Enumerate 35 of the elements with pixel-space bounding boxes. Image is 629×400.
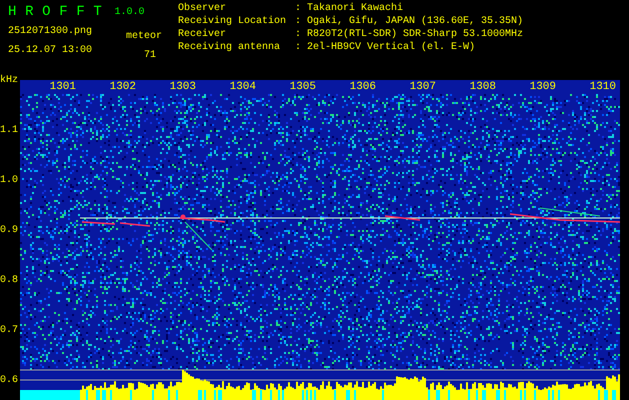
- file-name: 2512071300.png: [8, 25, 94, 38]
- info-label: Observer: [178, 2, 228, 15]
- y-axis-label: 1.0: [0, 174, 18, 187]
- date-time: 25.12.07 13:00: [8, 44, 94, 57]
- info-value: 2el-HB9CV Vertical (el. E-W): [307, 41, 476, 54]
- x-axis-label: 1306: [350, 80, 376, 94]
- x-axis-label: 1308: [470, 80, 496, 94]
- y-axis-label: 1.1: [0, 124, 18, 137]
- unit-label: kHz: [0, 74, 18, 87]
- info-separator: :: [295, 2, 302, 15]
- x-axis-label: 1305: [290, 80, 316, 94]
- y-axis-label: 0.9: [0, 224, 18, 237]
- info-value: R820T2(RTL-SDR) SDR-Sharp 53.1000MHz: [307, 28, 524, 41]
- meteor-label: meteor: [126, 30, 162, 43]
- info-label: Receiving Location: [178, 15, 288, 28]
- y-axis-label: 0.8: [0, 274, 18, 287]
- app-version: 1.0.0: [114, 6, 145, 20]
- x-axis-label: 1309: [530, 80, 556, 94]
- x-axis-label: 1304: [230, 80, 256, 94]
- y-axis-label: 0.7: [0, 324, 18, 337]
- meteor-count: 71: [144, 49, 158, 62]
- info-value: Ogaki, Gifu, JAPAN (136.60E, 35.35N): [307, 15, 524, 28]
- info-label: Receiver: [178, 28, 228, 41]
- y-axis-label: 0.6: [0, 374, 18, 387]
- info-value: Takanori Kawachi: [307, 2, 404, 15]
- x-axis-label: 1307: [410, 80, 436, 94]
- info-label: Receiving antenna: [178, 41, 282, 54]
- info-separator: :: [295, 28, 302, 41]
- info-separator: :: [295, 15, 302, 28]
- app-title: HROFFT: [8, 4, 110, 20]
- x-axis-label: 1303: [170, 80, 196, 94]
- x-axis-label: 1310: [590, 80, 616, 94]
- x-axis-label: 1301: [50, 80, 76, 94]
- x-axis-label: 1302: [110, 80, 136, 94]
- info-separator: :: [295, 41, 302, 54]
